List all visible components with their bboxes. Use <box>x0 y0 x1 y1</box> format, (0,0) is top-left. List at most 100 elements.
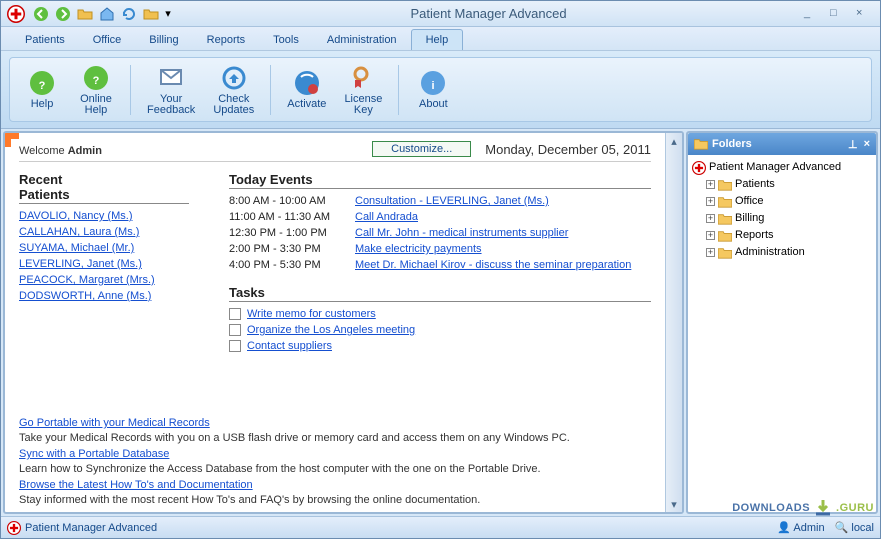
status-db: 🔍 local <box>835 521 874 534</box>
app-logo-icon <box>7 521 21 535</box>
title-bar: ▾ Patient Manager Advanced _ □ × <box>1 1 880 27</box>
maximize-button[interactable]: □ <box>830 7 848 21</box>
tree-root[interactable]: Patient Manager Advanced <box>690 159 874 176</box>
patient-link[interactable]: LEVERLING, Janet (Ms.) <box>19 256 189 272</box>
patient-link[interactable]: PEACOCK, Margaret (Mrs.) <box>19 272 189 288</box>
svg-text:?: ? <box>39 80 46 92</box>
event-link[interactable]: Call Andrada <box>355 209 418 225</box>
pin-icon[interactable]: ⊥ <box>848 138 858 151</box>
task-row: Contact suppliers <box>229 338 651 354</box>
expand-icon[interactable]: + <box>706 197 715 206</box>
event-row: 12:30 PM - 1:00 PM Call Mr. John - medica… <box>229 225 651 241</box>
event-link[interactable]: Consultation - LEVERLING, Janet (Ms.) <box>355 193 549 209</box>
ribbon-updates-button[interactable]: CheckUpdates <box>207 60 260 120</box>
task-link[interactable]: Write memo for customers <box>247 306 376 322</box>
tree-item-reports[interactable]: +Reports <box>690 227 874 244</box>
ribbon-about-button[interactable]: iAbout <box>409 60 457 120</box>
tip-text: Take your Medical Records with you on a … <box>19 431 651 446</box>
task-checkbox[interactable] <box>229 308 241 320</box>
menu-tab-office[interactable]: Office <box>79 30 136 50</box>
tip-text: Stay informed with the most recent How T… <box>19 493 651 508</box>
expand-icon[interactable]: + <box>706 180 715 189</box>
menu-tab-help[interactable]: Help <box>411 29 464 50</box>
minimize-button[interactable]: _ <box>804 7 822 21</box>
event-time: 11:00 AM - 11:30 AM <box>229 209 347 225</box>
folders-header: Folders ⊥ × <box>688 133 876 155</box>
task-checkbox[interactable] <box>229 324 241 336</box>
tree-item-administration[interactable]: +Administration <box>690 244 874 261</box>
refresh-button[interactable] <box>119 4 139 24</box>
tree-item-billing[interactable]: +Billing <box>690 210 874 227</box>
help-icon: ? <box>28 69 56 97</box>
ribbon-online-help-button[interactable]: ?OnlineHelp <box>72 60 120 120</box>
events-title: Today Events <box>229 172 651 189</box>
menu-bar: PatientsOfficeBillingReportsToolsAdminis… <box>1 27 880 51</box>
ribbon-help-button[interactable]: ?Help <box>18 60 66 120</box>
main-area: Welcome Admin Customize... Monday, Decem… <box>3 131 684 514</box>
task-checkbox[interactable] <box>229 340 241 352</box>
ribbon-activate-button[interactable]: Activate <box>281 60 332 120</box>
back-button[interactable] <box>31 4 51 24</box>
scroll-up-icon[interactable]: ▴ <box>666 133 682 149</box>
folder-icon <box>718 247 732 259</box>
expand-icon[interactable]: + <box>706 231 715 240</box>
close-panel-icon[interactable]: × <box>864 138 870 151</box>
scrollbar-vertical[interactable]: ▴ ▾ <box>665 133 682 512</box>
folder-icon <box>718 213 732 225</box>
menu-tab-billing[interactable]: Billing <box>135 30 192 50</box>
quick-access-toolbar: ▾ <box>31 4 173 24</box>
scroll-down-icon[interactable]: ▾ <box>666 496 682 512</box>
tip-link[interactable]: Go Portable with your Medical Records <box>19 415 651 431</box>
recent-patients-title: RecentPatients <box>19 172 189 204</box>
event-time: 2:00 PM - 3:30 PM <box>229 241 347 257</box>
events-tasks-section: Today Events 8:00 AM - 10:00 AMConsultat… <box>229 172 651 354</box>
folders-panel: Folders ⊥ × Patient Manager Advanced +Pa… <box>686 131 878 514</box>
expand-icon[interactable]: + <box>706 214 715 223</box>
tree-item-patients[interactable]: +Patients <box>690 176 874 193</box>
expand-icon[interactable]: + <box>706 248 715 257</box>
ribbon-license-button[interactable]: LicenseKey <box>338 60 388 120</box>
folder-open-button[interactable] <box>141 4 161 24</box>
patient-link[interactable]: DODSWORTH, Anne (Ms.) <box>19 288 189 304</box>
task-row: Organize the Los Angeles meeting <box>229 322 651 338</box>
event-time: 12:30 PM - 1:00 PM <box>229 225 347 241</box>
task-row: Write memo for customers <box>229 306 651 322</box>
task-link[interactable]: Contact suppliers <box>247 338 332 354</box>
tip-link[interactable]: Browse the Latest How To's and Documenta… <box>19 477 651 493</box>
status-app-name: Patient Manager Advanced <box>25 522 157 534</box>
event-time: 4:00 PM - 5:30 PM <box>229 257 347 273</box>
welcome-text: Welcome Admin <box>19 142 102 157</box>
task-link[interactable]: Organize the Los Angeles meeting <box>247 322 415 338</box>
folder-button[interactable] <box>75 4 95 24</box>
customize-button[interactable]: Customize... <box>372 141 471 157</box>
event-link[interactable]: Call Mr. John - medical instruments supp… <box>355 225 568 241</box>
home-button[interactable] <box>97 4 117 24</box>
date-text: Monday, December 05, 2011 <box>485 142 651 157</box>
tip-link[interactable]: Sync with a Portable Database <box>19 446 651 462</box>
event-row: 8:00 AM - 10:00 AMConsultation - LEVERLI… <box>229 193 651 209</box>
menu-tab-tools[interactable]: Tools <box>259 30 313 50</box>
content-area: Welcome Admin Customize... Monday, Decem… <box>1 129 880 516</box>
close-button[interactable]: × <box>856 7 874 21</box>
folder-icon <box>718 196 732 208</box>
forward-button[interactable] <box>53 4 73 24</box>
menu-tab-patients[interactable]: Patients <box>11 30 79 50</box>
folder-icon <box>718 230 732 242</box>
qa-dropdown-icon[interactable]: ▾ <box>163 4 173 24</box>
license-icon <box>349 64 377 92</box>
ribbon-feedback-button[interactable]: YourFeedback <box>141 60 201 120</box>
menu-tab-reports[interactable]: Reports <box>193 30 260 50</box>
patient-link[interactable]: CALLAHAN, Laura (Ms.) <box>19 224 189 240</box>
updates-icon <box>220 64 248 92</box>
event-link[interactable]: Meet Dr. Michael Kirov - discuss the sem… <box>355 257 631 273</box>
tree-item-office[interactable]: +Office <box>690 193 874 210</box>
menu-tab-administration[interactable]: Administration <box>313 30 411 50</box>
status-user: 👤 Admin <box>777 521 824 534</box>
event-link[interactable]: Make electricity payments <box>355 241 482 257</box>
event-row: 11:00 AM - 11:30 AM Call Andrada <box>229 209 651 225</box>
tip-text: Learn how to Synchronize the Access Data… <box>19 462 651 477</box>
tasks-title: Tasks <box>229 285 651 302</box>
patient-link[interactable]: DAVOLIO, Nancy (Ms.) <box>19 208 189 224</box>
event-row: 2:00 PM - 3:30 PM Make electricity paymen… <box>229 241 651 257</box>
patient-link[interactable]: SUYAMA, Michael (Mr.) <box>19 240 189 256</box>
